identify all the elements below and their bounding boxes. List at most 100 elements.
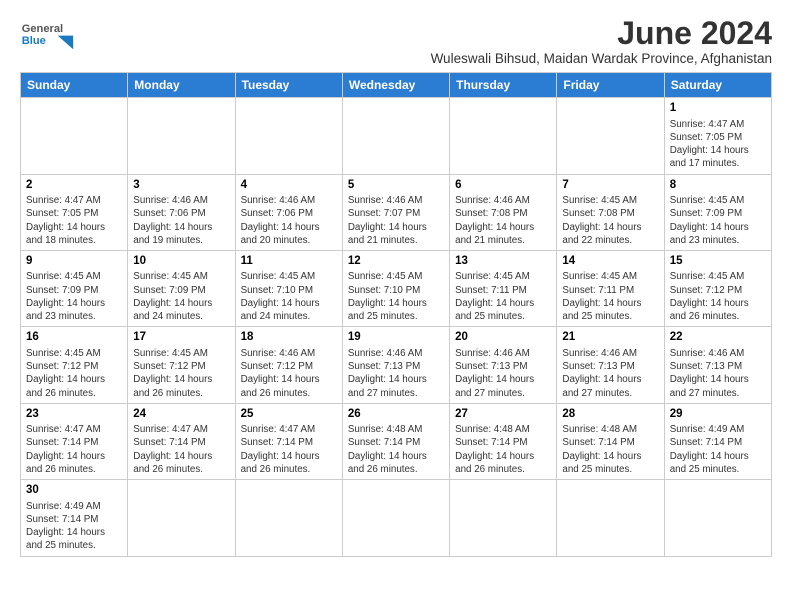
calendar-cell bbox=[235, 98, 342, 174]
day-info: Sunrise: 4:45 AMSunset: 7:08 PMDaylight:… bbox=[562, 194, 658, 247]
calendar-cell: 14Sunrise: 4:45 AMSunset: 7:11 PMDayligh… bbox=[557, 250, 664, 326]
day-number: 20 bbox=[455, 330, 551, 346]
day-number: 12 bbox=[348, 254, 444, 270]
day-info: Sunrise: 4:45 AMSunset: 7:11 PMDaylight:… bbox=[562, 270, 658, 323]
weekday-header-monday: Monday bbox=[128, 73, 235, 98]
day-info: Sunrise: 4:46 AMSunset: 7:12 PMDaylight:… bbox=[241, 347, 337, 400]
calendar-cell: 6Sunrise: 4:46 AMSunset: 7:08 PMDaylight… bbox=[450, 174, 557, 250]
day-number: 6 bbox=[455, 178, 551, 194]
day-number: 13 bbox=[455, 254, 551, 270]
day-info: Sunrise: 4:45 AMSunset: 7:12 PMDaylight:… bbox=[133, 347, 229, 400]
calendar-cell bbox=[557, 480, 664, 556]
calendar-cell: 20Sunrise: 4:46 AMSunset: 7:13 PMDayligh… bbox=[450, 327, 557, 403]
calendar-cell: 10Sunrise: 4:45 AMSunset: 7:09 PMDayligh… bbox=[128, 250, 235, 326]
day-number: 4 bbox=[241, 178, 337, 194]
calendar-cell: 1Sunrise: 4:47 AMSunset: 7:05 PMDaylight… bbox=[664, 98, 771, 174]
weekday-header-tuesday: Tuesday bbox=[235, 73, 342, 98]
day-info: Sunrise: 4:46 AMSunset: 7:06 PMDaylight:… bbox=[133, 194, 229, 247]
day-info: Sunrise: 4:45 AMSunset: 7:12 PMDaylight:… bbox=[670, 270, 766, 323]
day-number: 24 bbox=[133, 407, 229, 423]
day-info: Sunrise: 4:45 AMSunset: 7:11 PMDaylight:… bbox=[455, 270, 551, 323]
day-number: 15 bbox=[670, 254, 766, 270]
day-number: 18 bbox=[241, 330, 337, 346]
day-number: 25 bbox=[241, 407, 337, 423]
calendar-cell: 27Sunrise: 4:48 AMSunset: 7:14 PMDayligh… bbox=[450, 403, 557, 479]
calendar-cell bbox=[342, 480, 449, 556]
week-row-6: 30Sunrise: 4:49 AMSunset: 7:14 PMDayligh… bbox=[21, 480, 772, 556]
day-info: Sunrise: 4:46 AMSunset: 7:07 PMDaylight:… bbox=[348, 194, 444, 247]
calendar-cell: 9Sunrise: 4:45 AMSunset: 7:09 PMDaylight… bbox=[21, 250, 128, 326]
calendar-cell: 24Sunrise: 4:47 AMSunset: 7:14 PMDayligh… bbox=[128, 403, 235, 479]
day-info: Sunrise: 4:49 AMSunset: 7:14 PMDaylight:… bbox=[670, 423, 766, 476]
day-number: 17 bbox=[133, 330, 229, 346]
day-info: Sunrise: 4:48 AMSunset: 7:14 PMDaylight:… bbox=[348, 423, 444, 476]
calendar-cell bbox=[128, 480, 235, 556]
day-number: 16 bbox=[26, 330, 122, 346]
day-number: 29 bbox=[670, 407, 766, 423]
day-info: Sunrise: 4:46 AMSunset: 7:13 PMDaylight:… bbox=[455, 347, 551, 400]
weekday-header-friday: Friday bbox=[557, 73, 664, 98]
day-info: Sunrise: 4:46 AMSunset: 7:13 PMDaylight:… bbox=[670, 347, 766, 400]
day-info: Sunrise: 4:47 AMSunset: 7:14 PMDaylight:… bbox=[133, 423, 229, 476]
day-info: Sunrise: 4:45 AMSunset: 7:12 PMDaylight:… bbox=[26, 347, 122, 400]
day-number: 23 bbox=[26, 407, 122, 423]
subtitle: Wuleswali Bihsud, Maidan Wardak Province… bbox=[431, 51, 772, 66]
week-row-3: 9Sunrise: 4:45 AMSunset: 7:09 PMDaylight… bbox=[21, 250, 772, 326]
day-number: 10 bbox=[133, 254, 229, 270]
calendar-cell: 4Sunrise: 4:46 AMSunset: 7:06 PMDaylight… bbox=[235, 174, 342, 250]
generalblue-logo: General Blue bbox=[20, 16, 80, 56]
day-info: Sunrise: 4:45 AMSunset: 7:09 PMDaylight:… bbox=[670, 194, 766, 247]
day-info: Sunrise: 4:48 AMSunset: 7:14 PMDaylight:… bbox=[455, 423, 551, 476]
weekday-header-thursday: Thursday bbox=[450, 73, 557, 98]
calendar-table: SundayMondayTuesdayWednesdayThursdayFrid… bbox=[20, 72, 772, 556]
day-number: 21 bbox=[562, 330, 658, 346]
calendar-cell: 28Sunrise: 4:48 AMSunset: 7:14 PMDayligh… bbox=[557, 403, 664, 479]
month-title: June 2024 bbox=[431, 16, 772, 51]
day-info: Sunrise: 4:47 AMSunset: 7:05 PMDaylight:… bbox=[26, 194, 122, 247]
week-row-4: 16Sunrise: 4:45 AMSunset: 7:12 PMDayligh… bbox=[21, 327, 772, 403]
calendar-cell bbox=[128, 98, 235, 174]
day-info: Sunrise: 4:45 AMSunset: 7:09 PMDaylight:… bbox=[26, 270, 122, 323]
calendar-cell: 26Sunrise: 4:48 AMSunset: 7:14 PMDayligh… bbox=[342, 403, 449, 479]
calendar-cell: 18Sunrise: 4:46 AMSunset: 7:12 PMDayligh… bbox=[235, 327, 342, 403]
day-info: Sunrise: 4:48 AMSunset: 7:14 PMDaylight:… bbox=[562, 423, 658, 476]
calendar-cell: 16Sunrise: 4:45 AMSunset: 7:12 PMDayligh… bbox=[21, 327, 128, 403]
calendar-cell bbox=[450, 98, 557, 174]
calendar-cell: 30Sunrise: 4:49 AMSunset: 7:14 PMDayligh… bbox=[21, 480, 128, 556]
calendar-cell bbox=[21, 98, 128, 174]
day-number: 2 bbox=[26, 178, 122, 194]
weekday-header-row: SundayMondayTuesdayWednesdayThursdayFrid… bbox=[21, 73, 772, 98]
week-row-2: 2Sunrise: 4:47 AMSunset: 7:05 PMDaylight… bbox=[21, 174, 772, 250]
calendar-cell: 12Sunrise: 4:45 AMSunset: 7:10 PMDayligh… bbox=[342, 250, 449, 326]
day-info: Sunrise: 4:47 AMSunset: 7:14 PMDaylight:… bbox=[241, 423, 337, 476]
day-number: 5 bbox=[348, 178, 444, 194]
title-block: June 2024 Wuleswali Bihsud, Maidan Warda… bbox=[431, 16, 772, 66]
day-number: 22 bbox=[670, 330, 766, 346]
calendar-cell: 3Sunrise: 4:46 AMSunset: 7:06 PMDaylight… bbox=[128, 174, 235, 250]
day-info: Sunrise: 4:46 AMSunset: 7:06 PMDaylight:… bbox=[241, 194, 337, 247]
day-number: 26 bbox=[348, 407, 444, 423]
calendar-cell: 13Sunrise: 4:45 AMSunset: 7:11 PMDayligh… bbox=[450, 250, 557, 326]
weekday-header-sunday: Sunday bbox=[21, 73, 128, 98]
calendar-cell: 5Sunrise: 4:46 AMSunset: 7:07 PMDaylight… bbox=[342, 174, 449, 250]
day-info: Sunrise: 4:46 AMSunset: 7:08 PMDaylight:… bbox=[455, 194, 551, 247]
day-number: 30 bbox=[26, 483, 122, 499]
calendar-cell: 15Sunrise: 4:45 AMSunset: 7:12 PMDayligh… bbox=[664, 250, 771, 326]
day-info: Sunrise: 4:46 AMSunset: 7:13 PMDaylight:… bbox=[562, 347, 658, 400]
day-info: Sunrise: 4:45 AMSunset: 7:10 PMDaylight:… bbox=[241, 270, 337, 323]
weekday-header-wednesday: Wednesday bbox=[342, 73, 449, 98]
svg-text:Blue: Blue bbox=[22, 35, 46, 47]
day-info: Sunrise: 4:49 AMSunset: 7:14 PMDaylight:… bbox=[26, 500, 122, 553]
calendar-cell bbox=[664, 480, 771, 556]
day-info: Sunrise: 4:45 AMSunset: 7:09 PMDaylight:… bbox=[133, 270, 229, 323]
day-number: 27 bbox=[455, 407, 551, 423]
day-info: Sunrise: 4:47 AMSunset: 7:14 PMDaylight:… bbox=[26, 423, 122, 476]
week-row-5: 23Sunrise: 4:47 AMSunset: 7:14 PMDayligh… bbox=[21, 403, 772, 479]
day-number: 7 bbox=[562, 178, 658, 194]
calendar-cell bbox=[557, 98, 664, 174]
calendar-cell: 21Sunrise: 4:46 AMSunset: 7:13 PMDayligh… bbox=[557, 327, 664, 403]
calendar-cell bbox=[342, 98, 449, 174]
day-number: 3 bbox=[133, 178, 229, 194]
calendar-cell: 8Sunrise: 4:45 AMSunset: 7:09 PMDaylight… bbox=[664, 174, 771, 250]
calendar-cell: 2Sunrise: 4:47 AMSunset: 7:05 PMDaylight… bbox=[21, 174, 128, 250]
